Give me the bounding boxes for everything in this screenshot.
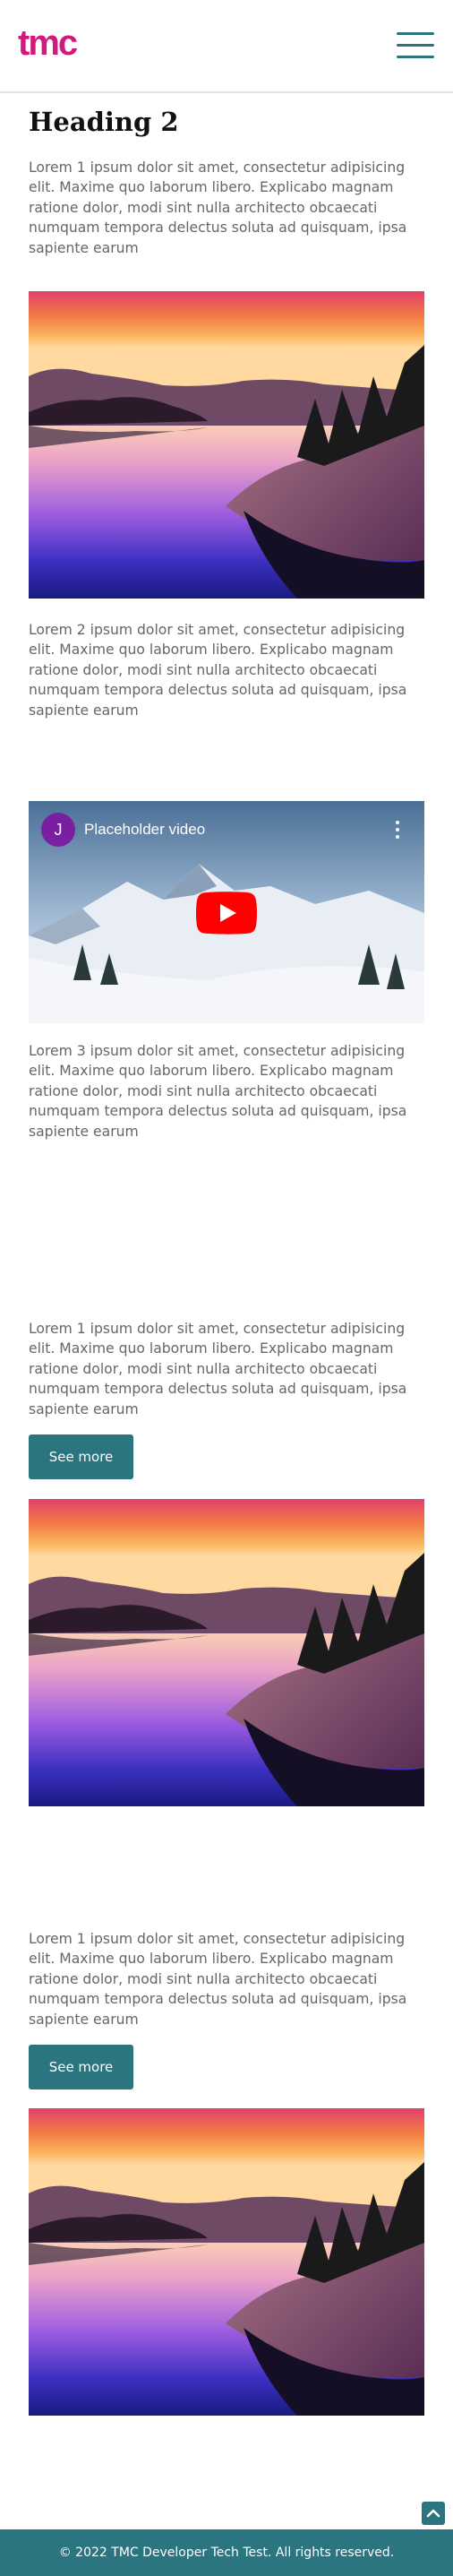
more-vertical-icon[interactable]: [389, 817, 406, 842]
hamburger-menu-icon[interactable]: [397, 32, 434, 59]
youtube-play-icon[interactable]: [196, 892, 257, 935]
page-heading: Heading 2: [29, 107, 179, 137]
site-footer: © 2022 TMC Developer Tech Test. All righ…: [0, 2529, 453, 2576]
lake-sunset-image: [29, 291, 424, 599]
channel-avatar[interactable]: J: [41, 813, 75, 847]
site-header: tmc: [0, 0, 453, 93]
card-2-text: Lorem 1 ipsum dolor sit amet, consectetu…: [29, 1931, 407, 2028]
see-more-button[interactable]: See more: [29, 1434, 133, 1479]
copyright-text: © 2022 TMC Developer Tech Test. All righ…: [58, 2546, 395, 2560]
third-paragraph: Lorem 3 ipsum dolor sit amet, consectetu…: [29, 1043, 407, 1140]
video-player[interactable]: J Placeholder video: [29, 801, 424, 1023]
chevron-up-icon: [426, 2509, 440, 2518]
back-to-top-button[interactable]: [422, 2502, 445, 2525]
second-paragraph: Lorem 2 ipsum dolor sit amet, consectetu…: [29, 622, 407, 719]
card-1-text: Lorem 1 ipsum dolor sit amet, consectetu…: [29, 1321, 407, 1417]
intro-paragraph: Lorem 1 ipsum dolor sit amet, consectetu…: [29, 159, 407, 256]
see-more-button[interactable]: See more: [29, 2045, 133, 2089]
lake-sunset-image: [29, 2108, 424, 2416]
tmc-logo[interactable]: tmc: [18, 22, 78, 65]
video-title[interactable]: Placeholder video: [84, 821, 205, 839]
lake-sunset-image: [29, 1499, 424, 1806]
